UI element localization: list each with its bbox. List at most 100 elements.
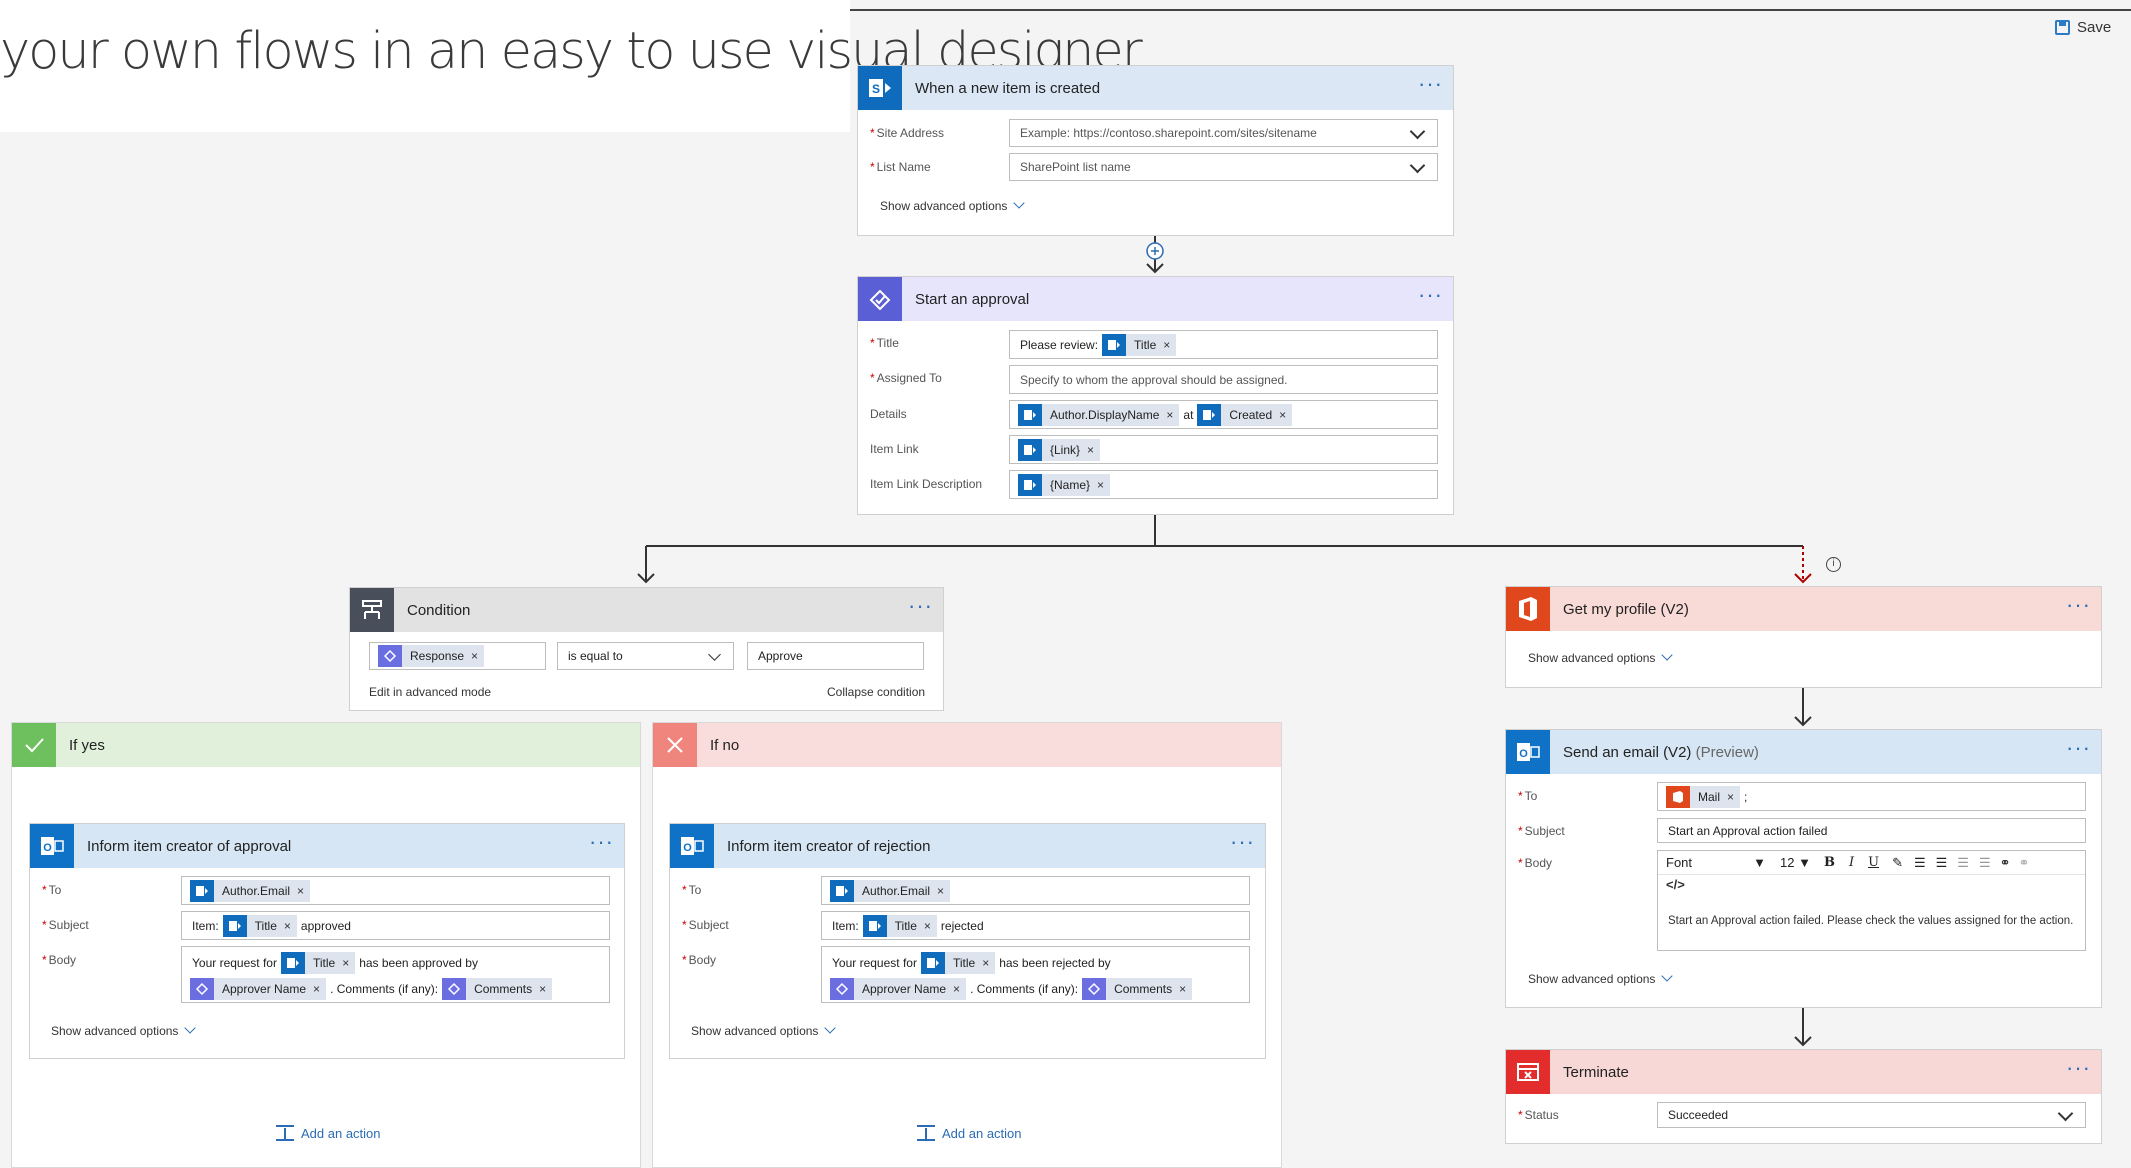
more-options-icon[interactable]: ··· (1418, 284, 1443, 306)
body-field[interactable]: Your request for Title × has been approve… (181, 946, 610, 1003)
if-no-header[interactable]: If no (653, 723, 1281, 767)
site-address-dropdown[interactable]: Example: https://contoso.sharepoint.com/… (1009, 119, 1438, 147)
terminate-card[interactable]: Terminate ··· * Status Succeeded (1505, 1049, 2102, 1144)
edit-advanced-mode-link[interactable]: Edit in advanced mode (369, 685, 491, 699)
outdent-icon[interactable]: ☰ (1957, 855, 1969, 871)
remove-token-icon[interactable]: × (937, 884, 944, 898)
trigger-header[interactable]: S When a new item is created ··· (858, 66, 1453, 110)
more-options-icon[interactable]: ··· (2066, 1057, 2091, 1079)
add-action-button[interactable]: Add an action (917, 1125, 1022, 1141)
status-dropdown[interactable]: Succeeded (1657, 1102, 2086, 1128)
code-view-icon[interactable]: </> (1658, 875, 2085, 897)
subject-field[interactable]: Item: Title × rejected (821, 911, 1250, 940)
approver-name-token[interactable]: Approver Name × (190, 977, 327, 1000)
trigger-card[interactable]: S When a new item is created ··· * Site A… (857, 65, 1454, 236)
show-advanced-options-link[interactable]: Show advanced options (880, 197, 1026, 213)
remove-token-icon[interactable]: × (1727, 790, 1734, 804)
get-profile-card[interactable]: Get my profile (V2) ··· Show advanced op… (1505, 586, 2102, 688)
response-token[interactable]: Response × (378, 645, 485, 667)
item-link-field[interactable]: {Link} × (1009, 435, 1438, 464)
indent-icon[interactable]: ☰ (1979, 855, 1991, 871)
italic-icon[interactable]: I (1849, 855, 1854, 870)
approval-title-field[interactable]: Please review: Title × (1009, 330, 1438, 359)
operator-dropdown[interactable]: is equal to (557, 642, 734, 670)
unlink-icon[interactable]: ⚭ (2019, 855, 2030, 871)
numbered-list-icon[interactable]: ☰ (1936, 855, 1948, 871)
rejection-email-header[interactable]: O Inform item creator of rejection ··· (670, 824, 1265, 868)
condition-card[interactable]: Condition ··· Response × is equal to Appr… (349, 587, 944, 711)
title-token[interactable]: Title × (1102, 333, 1177, 356)
item-link-description-field[interactable]: {Name} × (1009, 470, 1438, 499)
title-token[interactable]: Title × (222, 914, 297, 937)
title-token[interactable]: Title × (920, 951, 996, 974)
remove-token-icon[interactable]: × (313, 982, 320, 996)
remove-token-icon[interactable]: × (471, 649, 478, 663)
remove-token-icon[interactable]: × (1279, 408, 1286, 422)
comments-token[interactable]: Comments × (1082, 977, 1193, 1000)
mail-token[interactable]: Mail × (1666, 785, 1741, 808)
to-field[interactable]: Author.Email × (181, 876, 610, 905)
approval-card[interactable]: Start an approval ··· * Title Please revi… (857, 276, 1454, 515)
name-token[interactable]: {Name} × (1018, 473, 1111, 496)
remove-token-icon[interactable]: × (1163, 338, 1170, 352)
font-dropdown[interactable]: Font ▼ (1666, 855, 1766, 870)
link-token[interactable]: {Link} × (1018, 438, 1101, 461)
rejection-email-card[interactable]: O Inform item creator of rejection ··· *… (669, 823, 1266, 1059)
condition-left-operand[interactable]: Response × (369, 642, 546, 670)
remove-token-icon[interactable]: × (297, 884, 304, 898)
remove-token-icon[interactable]: × (539, 982, 546, 996)
info-icon[interactable]: i (1826, 557, 1841, 572)
more-options-icon[interactable]: ··· (589, 831, 614, 853)
send-email-card[interactable]: O Send an email (V2) (Preview) ··· * To M… (1505, 729, 2102, 1008)
bold-icon[interactable]: B (1824, 855, 1835, 870)
show-advanced-options-link[interactable]: Show advanced options (1528, 649, 1674, 665)
approval-email-card[interactable]: O Inform item creator of approval ··· * T… (29, 823, 625, 1059)
remove-token-icon[interactable]: × (982, 956, 989, 970)
body-field[interactable]: Your request for Title × has been rejecte… (821, 946, 1250, 1003)
remove-token-icon[interactable]: × (924, 919, 931, 933)
more-options-icon[interactable]: ··· (1230, 831, 1255, 853)
more-options-icon[interactable]: ··· (2066, 737, 2091, 759)
author-displayname-token[interactable]: Author.DisplayName × (1018, 403, 1180, 426)
title-token[interactable]: Title × (862, 914, 937, 937)
more-options-icon[interactable]: ··· (908, 595, 933, 617)
remove-token-icon[interactable]: × (1097, 478, 1104, 492)
remove-token-icon[interactable]: × (342, 956, 349, 970)
more-options-icon[interactable]: ··· (1418, 73, 1443, 95)
more-options-icon[interactable]: ··· (2066, 594, 2091, 616)
font-size-dropdown[interactable]: 12 ▼ (1780, 855, 1811, 870)
remove-token-icon[interactable]: × (284, 919, 291, 933)
show-advanced-options-link[interactable]: Show advanced options (1528, 970, 1674, 986)
to-field[interactable]: Author.Email × (821, 876, 1250, 905)
email-body-text[interactable]: Start an Approval action failed. Please … (1658, 897, 2085, 929)
body-rich-text-editor[interactable]: Font ▼ 12 ▼ B I U ✎ ☰ ☰ ☰ ☰ ⚭ ⚭ </> Start… (1657, 850, 2086, 951)
details-field[interactable]: Author.DisplayName × at Created × (1009, 400, 1438, 429)
to-field[interactable]: Mail × ; (1657, 782, 2086, 811)
approval-header[interactable]: Start an approval ··· (858, 277, 1453, 321)
if-yes-header[interactable]: If yes (12, 723, 640, 767)
show-advanced-options-link[interactable]: Show advanced options (51, 1022, 197, 1038)
approval-email-header[interactable]: O Inform item creator of approval ··· (30, 824, 624, 868)
link-icon[interactable]: ⚭ (2000, 855, 2011, 871)
title-token[interactable]: Title × (280, 951, 356, 974)
author-email-token[interactable]: Author.Email × (190, 879, 311, 902)
bulleted-list-icon[interactable]: ☰ (1914, 855, 1926, 871)
created-token[interactable]: Created × (1197, 403, 1293, 426)
condition-header[interactable]: Condition ··· (350, 588, 943, 632)
send-email-header[interactable]: O Send an email (V2) (Preview) ··· (1506, 730, 2101, 774)
add-action-button[interactable]: Add an action (276, 1125, 381, 1141)
subject-field[interactable]: Item: Title × approved (181, 911, 610, 940)
author-email-token[interactable]: Author.Email × (830, 879, 951, 902)
terminate-header[interactable]: Terminate ··· (1506, 1050, 2101, 1094)
condition-value-field[interactable]: Approve (747, 642, 924, 670)
remove-token-icon[interactable]: × (1087, 443, 1094, 457)
remove-token-icon[interactable]: × (1166, 408, 1173, 422)
comments-token[interactable]: Comments × (442, 977, 553, 1000)
subject-field[interactable]: Start an Approval action failed (1657, 818, 2086, 843)
assigned-to-field[interactable]: Specify to whom the approval should be a… (1009, 365, 1438, 394)
approver-name-token[interactable]: Approver Name × (830, 977, 967, 1000)
paint-icon[interactable]: ✎ (1892, 855, 1903, 871)
remove-token-icon[interactable]: × (1179, 982, 1186, 996)
underline-icon[interactable]: U (1868, 855, 1879, 870)
remove-token-icon[interactable]: × (953, 982, 960, 996)
